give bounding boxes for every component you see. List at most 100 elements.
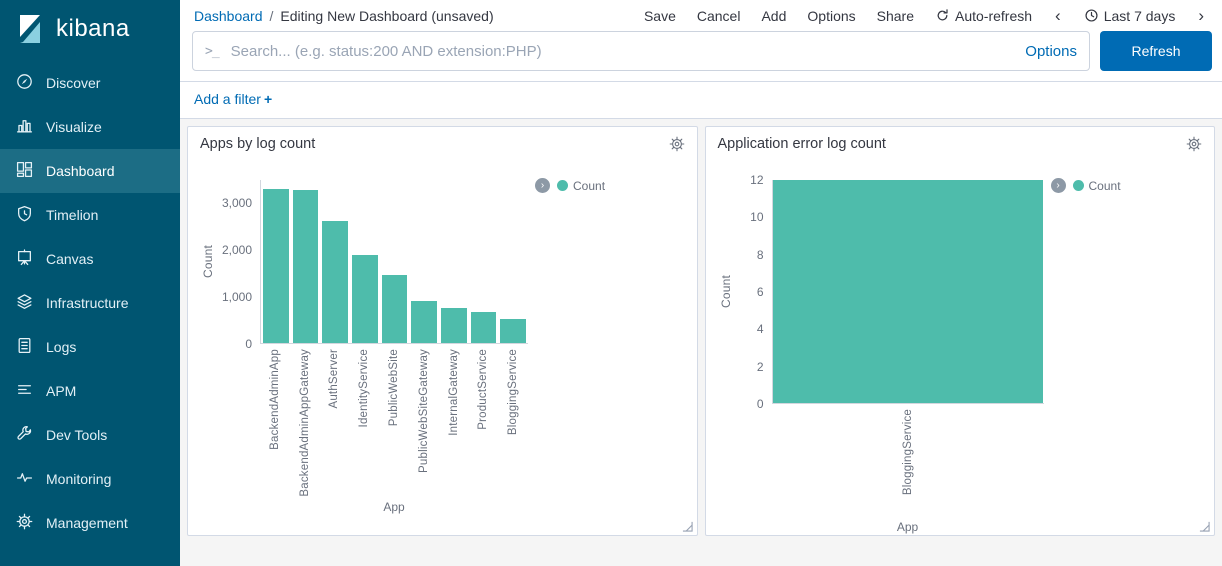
- legend-toggle-icon[interactable]: ›: [535, 178, 550, 193]
- panel-options-gear-icon[interactable]: [1186, 136, 1202, 152]
- sidebar-item-canvas[interactable]: Canvas: [0, 237, 180, 281]
- kql-prompt-icon: >_: [205, 44, 219, 59]
- kibana-logo[interactable]: kibana: [0, 0, 180, 61]
- layers-icon: [16, 293, 33, 313]
- sidebar: kibana Discover Visualize Dashboard Time…: [0, 0, 180, 566]
- sidebar-item-label: Management: [46, 515, 128, 531]
- x-category-label[interactable]: BackendAdminApp: [260, 344, 290, 496]
- sidebar-item-logs[interactable]: Logs: [0, 325, 180, 369]
- sidebar-item-dashboard[interactable]: Dashboard: [0, 149, 180, 193]
- sidebar-item-discover[interactable]: Discover: [0, 61, 180, 105]
- bar[interactable]: [471, 312, 497, 343]
- main-content: Dashboard / Editing New Dashboard (unsav…: [180, 0, 1222, 566]
- bar[interactable]: [441, 308, 467, 343]
- x-category-label[interactable]: BloggingService: [498, 344, 528, 496]
- x-category-label[interactable]: PublicWebSiteGateway: [409, 344, 439, 496]
- plus-icon: +: [264, 91, 272, 107]
- bar[interactable]: [322, 221, 348, 343]
- x-category-label[interactable]: ProductService: [468, 344, 498, 496]
- x-category-label[interactable]: IdentityService: [349, 344, 379, 496]
- search-bar-row: >_ Options Refresh: [180, 28, 1222, 82]
- time-range-button[interactable]: Last 7 days: [1084, 8, 1176, 24]
- bar[interactable]: [263, 189, 289, 343]
- sidebar-item-timelion[interactable]: Timelion: [0, 193, 180, 237]
- x-category-label[interactable]: BloggingService: [772, 404, 1044, 516]
- dashboard-panel-apps-by-log-count: Apps by log count Count01,0002,0003,000›…: [187, 126, 698, 536]
- x-category-label-text: PublicWebSite: [388, 349, 400, 426]
- x-category-label[interactable]: AuthServer: [320, 344, 350, 496]
- time-range-next-button[interactable]: ›: [1196, 7, 1206, 24]
- y-tick-label: 6: [757, 285, 764, 299]
- bar[interactable]: [411, 301, 437, 343]
- bar-slot: [350, 180, 380, 343]
- x-category-label[interactable]: InternalGateway: [439, 344, 469, 496]
- breadcrumb: Dashboard / Editing New Dashboard (unsav…: [194, 8, 494, 24]
- bar-slot: [291, 180, 321, 343]
- grid-icon: [16, 161, 33, 181]
- legend-item[interactable]: Count: [557, 179, 605, 193]
- x-axis-label-band: BackendAdminApp BackendAdminAppGateway Aut…: [260, 344, 528, 496]
- panel-resize-handle[interactable]: [682, 521, 693, 532]
- sidebar-item-management[interactable]: Management: [0, 501, 180, 545]
- wrench-icon: [16, 425, 33, 445]
- sidebar-item-infrastructure[interactable]: Infrastructure: [0, 281, 180, 325]
- save-button[interactable]: Save: [644, 8, 676, 24]
- sidebar-item-label: Canvas: [46, 251, 93, 267]
- options-button[interactable]: Options: [807, 8, 855, 24]
- y-axis-title: Count: [200, 180, 216, 344]
- y-tick-label: 4: [757, 322, 764, 336]
- bar[interactable]: [352, 255, 378, 343]
- bar-slot: [498, 180, 528, 343]
- x-category-label-text: BloggingService: [507, 349, 519, 435]
- breadcrumb-dashboard-link[interactable]: Dashboard: [194, 8, 263, 24]
- legend-toggle-icon[interactable]: ›: [1051, 178, 1066, 193]
- panel-options-gear-icon[interactable]: [669, 136, 685, 152]
- bar[interactable]: [500, 319, 526, 343]
- sidebar-item-dev-tools[interactable]: Dev Tools: [0, 413, 180, 457]
- sidebar-item-monitoring[interactable]: Monitoring: [0, 457, 180, 501]
- bar-slot: [380, 180, 410, 343]
- add-filter-link[interactable]: Add a filter+: [194, 91, 272, 107]
- gear-icon: [16, 513, 33, 533]
- auto-refresh-button[interactable]: Auto-refresh: [935, 8, 1032, 24]
- lines-icon: [16, 381, 33, 401]
- x-category-label[interactable]: PublicWebSite: [379, 344, 409, 496]
- easel-icon: [16, 249, 33, 269]
- sidebar-item-label: APM: [46, 383, 76, 399]
- x-category-label-text: BloggingService: [902, 409, 914, 495]
- x-category-label-text: AuthServer: [328, 349, 340, 409]
- dashboard-grid: Apps by log count Count01,0002,0003,000›…: [180, 119, 1222, 566]
- share-button[interactable]: Share: [877, 8, 914, 24]
- chart-plot-row: Count01,0002,0003,000›Count: [200, 180, 685, 344]
- y-tick-label: 3,000: [222, 196, 252, 210]
- kibana-logo-icon: [14, 13, 46, 45]
- cancel-button[interactable]: Cancel: [697, 8, 741, 24]
- x-category-label[interactable]: BackendAdminAppGateway: [290, 344, 320, 496]
- refresh-cycle-icon: [935, 8, 950, 23]
- bar[interactable]: [382, 275, 408, 343]
- x-axis-title: App: [772, 520, 1044, 534]
- sidebar-item-visualize[interactable]: Visualize: [0, 105, 180, 149]
- shield-clock-icon: [16, 205, 33, 225]
- bar[interactable]: [293, 190, 319, 343]
- bar-chart-icon: [16, 117, 33, 137]
- legend: › Count: [1051, 178, 1121, 193]
- plot-area: [772, 180, 1044, 404]
- y-tick-label: 2,000: [222, 243, 252, 257]
- refresh-button[interactable]: Refresh: [1100, 31, 1212, 71]
- legend-item[interactable]: Count: [1073, 179, 1121, 193]
- bar[interactable]: [773, 180, 1043, 403]
- search-input[interactable]: [229, 42, 1016, 61]
- panel-resize-handle[interactable]: [1199, 521, 1210, 532]
- sidebar-item-label: Timelion: [46, 207, 98, 223]
- time-range-previous-button[interactable]: ‹: [1053, 7, 1063, 24]
- bar-slot: [261, 180, 291, 343]
- legend: › Count: [535, 178, 605, 193]
- sidebar-item-label: Discover: [46, 75, 100, 91]
- add-button[interactable]: Add: [761, 8, 786, 24]
- bar-slot: [773, 180, 1044, 403]
- sidebar-item-apm[interactable]: APM: [0, 369, 180, 413]
- search-options-link[interactable]: Options: [1025, 43, 1077, 60]
- x-category-label-text: BackendAdminApp: [269, 349, 281, 450]
- bar-slot: [320, 180, 350, 343]
